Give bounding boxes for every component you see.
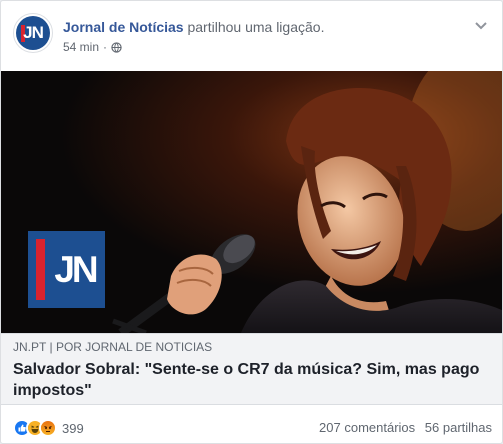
shares-count-link[interactable]: 56 partilhas [425,420,492,435]
logo-red-bar [36,239,45,300]
meta-separator: · [103,40,108,54]
chevron-down-icon[interactable] [471,15,491,35]
link-byline: POR JORNAL DE NOTICIAS [55,340,213,354]
page-avatar[interactable]: JN [13,13,53,53]
angry-icon [39,419,57,437]
page-name-link[interactable]: Jornal de Notícias [63,19,184,35]
post-meta: 54 min · [63,40,122,54]
jn-logo-overlay: JN [28,231,105,308]
post-header: JN Jornal de Notícias partilhou uma liga… [13,13,493,57]
post-action-text: partilhou uma ligação. [187,19,325,35]
link-preview-image[interactable]: JN [1,71,502,333]
post-card: JN Jornal de Notícias partilhou uma liga… [0,0,503,444]
reactions-summary[interactable]: 399 [13,419,84,437]
link-source: JN.PT | POR JORNAL DE NOTICIAS [13,340,212,354]
engagement-counts: 207 comentários 56 partilhas [319,420,492,435]
link-preview-caption[interactable]: JN.PT | POR JORNAL DE NOTICIAS Salvador … [1,333,502,405]
post-attribution: Jornal de Notícias partilhou uma ligação… [63,19,324,35]
post-timestamp[interactable]: 54 min [63,40,99,54]
reaction-count[interactable]: 399 [62,421,84,436]
globe-icon[interactable] [111,41,122,53]
link-headline[interactable]: Salvador Sobral: "Sente-se o CR7 da músi… [13,359,493,401]
avatar-logo-text: JN [23,23,44,42]
source-divider: | [49,340,53,354]
post-footer: 399 207 comentários 56 partilhas [1,405,502,443]
link-domain: JN.PT [13,340,47,354]
comments-count-link[interactable]: 207 comentários [319,420,415,435]
logo-letters: JN [54,249,98,290]
